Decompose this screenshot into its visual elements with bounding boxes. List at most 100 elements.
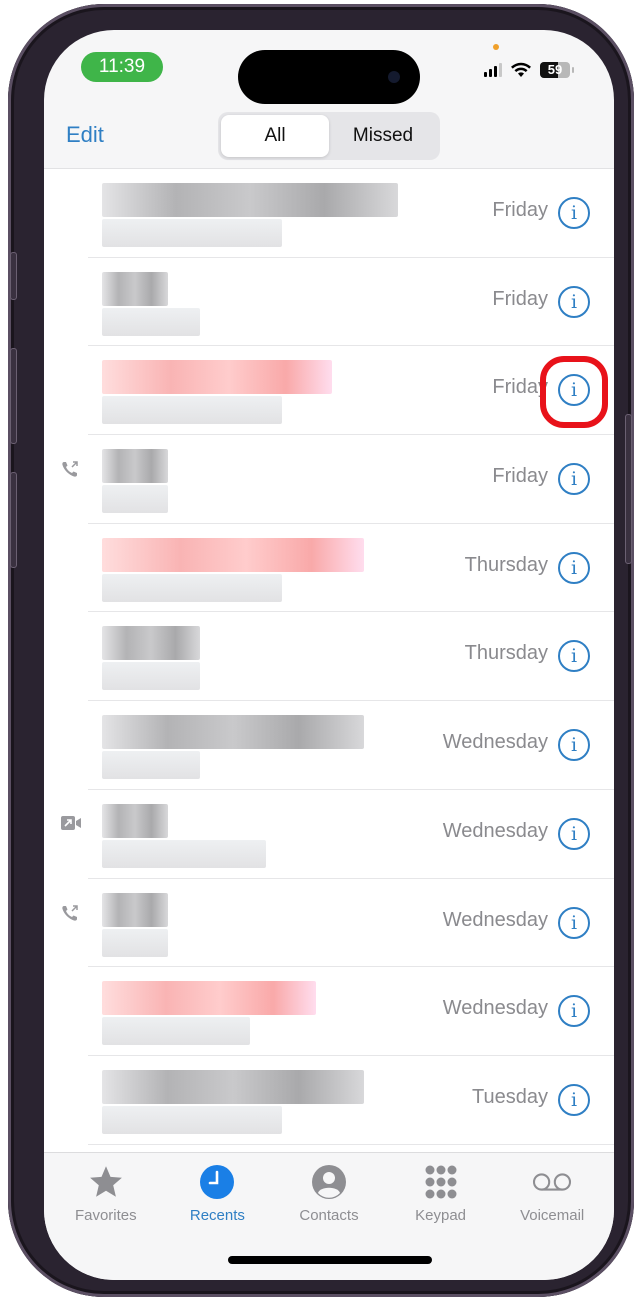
recent-call-row-content: Friday i bbox=[44, 258, 614, 346]
tab-favorites[interactable]: Favorites bbox=[50, 1153, 162, 1280]
call-date: Thursday bbox=[464, 553, 548, 576]
recents-filter-segmented-control: All Missed bbox=[218, 112, 440, 160]
outgoing-call-icon bbox=[60, 459, 80, 479]
star-icon bbox=[86, 1163, 126, 1201]
cellular-signal-icon bbox=[484, 63, 502, 77]
tab-label: Favorites bbox=[74, 1207, 137, 1224]
front-camera bbox=[388, 71, 400, 83]
signal-bar bbox=[484, 72, 487, 77]
call-date: Wednesday bbox=[442, 731, 548, 754]
recent-call-row[interactable]: Wednesday i bbox=[88, 701, 614, 790]
recent-call-row-content: Wednesday i bbox=[44, 701, 614, 789]
battery-icon: 59 bbox=[540, 62, 570, 78]
recent-call-row-content: Thursday i bbox=[44, 612, 614, 700]
voicemail-icon bbox=[532, 1163, 572, 1201]
clock-icon bbox=[197, 1163, 237, 1201]
contact-name-redacted bbox=[102, 626, 200, 661]
signal-bar bbox=[494, 66, 497, 77]
battery-level: 59 bbox=[547, 62, 563, 77]
status-time[interactable]: 11:39 bbox=[81, 52, 163, 82]
recent-call-row-content: Wednesday i bbox=[44, 879, 614, 967]
recent-call-row-content: Tuesday i bbox=[44, 1056, 614, 1144]
wifi-icon bbox=[511, 62, 531, 77]
recent-call-row[interactable]: Wednesday i bbox=[61, 790, 614, 879]
recent-call-row[interactable]: Wednesday i bbox=[88, 967, 614, 1056]
info-button[interactable]: i bbox=[558, 817, 590, 850]
dynamic-island bbox=[238, 50, 420, 104]
info-button[interactable]: i bbox=[558, 463, 590, 496]
action-button bbox=[10, 252, 17, 300]
recent-call-row[interactable]: Friday i bbox=[88, 346, 614, 436]
call-date: Thursday bbox=[464, 642, 548, 665]
segment-all[interactable]: All bbox=[221, 115, 329, 157]
call-date: Friday bbox=[492, 287, 548, 310]
info-button[interactable]: i bbox=[558, 285, 590, 318]
recent-call-row-content: Thursday i bbox=[44, 524, 614, 612]
call-detail-redacted bbox=[102, 573, 282, 602]
recent-call-row[interactable]: Thursday i bbox=[88, 524, 614, 613]
call-detail-redacted bbox=[102, 396, 282, 425]
phone-frame: 11:39 59 Edit All Missed Friday i Friday i F… bbox=[8, 4, 634, 1297]
call-detail-redacted bbox=[102, 839, 266, 868]
contact-name-redacted bbox=[102, 892, 168, 927]
contact-name-redacted bbox=[102, 715, 364, 750]
call-date: Friday bbox=[492, 465, 548, 488]
recent-call-row-content: Friday i bbox=[44, 346, 614, 434]
home-indicator[interactable] bbox=[228, 1256, 432, 1264]
call-detail-redacted bbox=[102, 928, 168, 957]
status-icons: 59 bbox=[484, 60, 574, 80]
signal-bar bbox=[489, 69, 492, 77]
call-date: Wednesday bbox=[442, 997, 548, 1020]
info-button[interactable]: i bbox=[558, 197, 590, 229]
call-date: Wednesday bbox=[442, 908, 548, 931]
tab-label: Voicemail bbox=[520, 1207, 585, 1224]
volume-down-button bbox=[10, 472, 17, 568]
edit-button[interactable]: Edit bbox=[66, 122, 104, 148]
outgoing-video-icon bbox=[60, 814, 81, 834]
signal-bar bbox=[499, 63, 502, 77]
contact-name-redacted bbox=[102, 360, 332, 395]
info-button[interactable]: i bbox=[558, 640, 590, 673]
tab-label: Keypad bbox=[415, 1207, 467, 1224]
screen: 11:39 59 Edit All Missed Friday i Friday i F… bbox=[44, 30, 614, 1280]
info-button[interactable]: i bbox=[558, 906, 590, 939]
recent-call-row[interactable]: Friday i bbox=[88, 169, 614, 258]
contact-name-redacted bbox=[102, 537, 364, 572]
contact-name-redacted bbox=[102, 981, 316, 1016]
recents-list: Friday i Friday i Friday i Friday i Thursday i Thu… bbox=[44, 168, 614, 1152]
contact-name-redacted bbox=[102, 803, 168, 838]
call-date: Friday bbox=[492, 199, 548, 221]
recent-call-row[interactable]: Tuesday i bbox=[88, 1056, 614, 1145]
info-button[interactable]: i bbox=[558, 374, 590, 407]
power-button bbox=[625, 414, 632, 564]
call-detail-redacted bbox=[102, 751, 200, 780]
info-button[interactable]: i bbox=[558, 729, 590, 762]
contact-name-redacted bbox=[102, 449, 168, 484]
recent-call-row[interactable]: Friday i bbox=[88, 258, 614, 347]
info-button[interactable]: i bbox=[558, 1083, 590, 1116]
info-button[interactable]: i bbox=[558, 995, 590, 1028]
segment-missed[interactable]: Missed bbox=[329, 115, 437, 157]
recent-call-row-content: Friday i bbox=[44, 169, 614, 257]
contact-name-redacted bbox=[102, 183, 398, 217]
call-detail-redacted bbox=[102, 1017, 250, 1046]
tab-voicemail[interactable]: Voicemail bbox=[496, 1153, 608, 1280]
recent-call-row[interactable]: Friday i bbox=[62, 435, 614, 524]
contact-name-redacted bbox=[102, 1069, 364, 1104]
keypad-icon bbox=[421, 1163, 461, 1201]
outgoing-call-icon bbox=[60, 903, 80, 923]
call-detail-redacted bbox=[102, 1105, 282, 1134]
tab-label: Recents bbox=[189, 1207, 245, 1224]
recent-call-row-content: Wednesday i bbox=[44, 790, 614, 878]
call-detail-redacted bbox=[102, 662, 200, 691]
recent-call-row[interactable]: Wednesday i bbox=[62, 879, 614, 968]
info-button[interactable]: i bbox=[558, 551, 590, 584]
call-date: Wednesday bbox=[442, 819, 548, 842]
battery-tip bbox=[572, 67, 574, 73]
person-circle-icon bbox=[309, 1163, 349, 1201]
call-detail-redacted bbox=[102, 307, 200, 336]
recent-call-row-content: Wednesday i bbox=[44, 967, 614, 1055]
volume-up-button bbox=[10, 348, 17, 444]
recent-call-row-content: Friday i bbox=[44, 435, 614, 523]
recent-call-row[interactable]: Thursday i bbox=[88, 612, 614, 702]
